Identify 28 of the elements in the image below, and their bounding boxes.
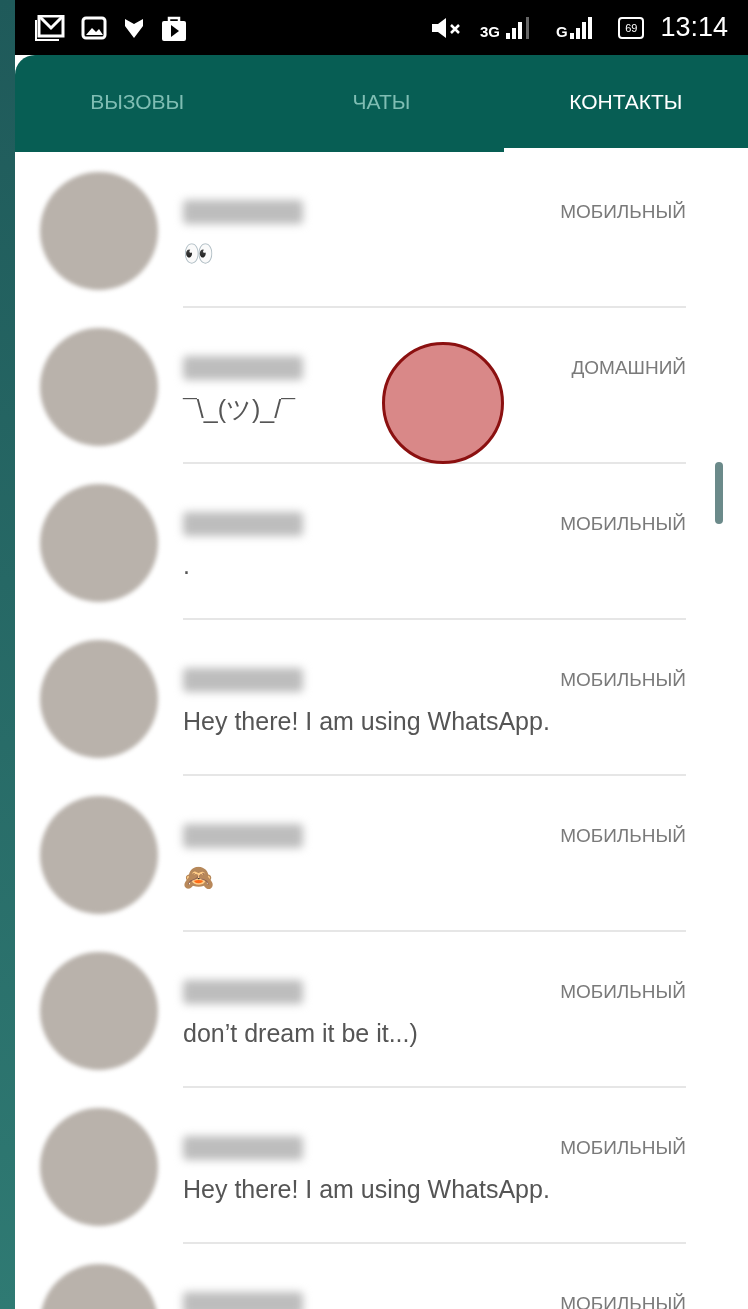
battery-indicator: 69 — [618, 16, 645, 39]
tab[interactable]: КОНТАКТЫ — [503, 55, 748, 152]
phone-type-label: МОБИЛЬНЫЙ — [560, 980, 686, 1004]
contact-status: . — [183, 549, 191, 581]
contact-status: ¯\_(ツ)_/¯ — [183, 393, 297, 425]
tab[interactable]: ВЫЗОВЫ — [15, 55, 260, 152]
contact-row[interactable]: МОБИЛЬНЫЙ don’t dream it be it...) — [15, 932, 748, 1088]
phone-type-label: МОБИЛЬНЫЙ — [560, 668, 686, 692]
contact-status: Hey there! I am using WhatsApp. — [183, 705, 551, 737]
mail-icon — [35, 14, 65, 41]
phone-type-label: МОБИЛЬНЫЙ — [560, 1136, 686, 1160]
contact-row[interactable]: МОБИЛЬНЫЙ . — [15, 464, 748, 620]
phone-type-label: МОБИЛЬНЫЙ — [560, 512, 686, 536]
contact-row[interactable]: МОБИЛЬНЫЙ 🙈 — [15, 776, 748, 932]
image-icon — [81, 15, 107, 40]
contact-row[interactable]: МОБИЛЬНЫЙ 👀 — [15, 152, 748, 308]
phone-type-label: МОБИЛЬНЫЙ — [560, 200, 686, 224]
contact-status: 👀 — [183, 237, 215, 269]
contact-status: 🙈 — [183, 861, 215, 893]
clock-time: 13:14 — [660, 11, 728, 45]
phone-type-label: МОБИЛЬНЫЙ — [560, 824, 686, 848]
contact-status: Hey there! I am using WhatsApp. — [183, 1173, 551, 1205]
contact-row[interactable]: МОБИЛЬНЫЙ Hey there! I am using WhatsApp. — [15, 620, 748, 776]
tab[interactable]: ЧАТЫ — [259, 55, 504, 152]
contact-row[interactable]: МОБИЛЬНЫЙ Hey there! I am using WhatsApp. — [15, 1088, 748, 1244]
contact-status: don’t dream it be it...) — [183, 1017, 419, 1049]
phone-type-label: ДОМАШНИЙ — [571, 356, 686, 380]
scrollbar — [715, 462, 723, 524]
